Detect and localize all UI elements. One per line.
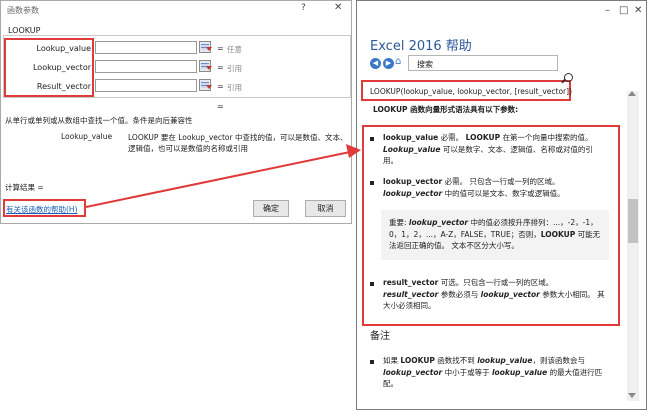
bullet [370,181,374,185]
calculation-result: 计算结果 = [5,183,44,192]
important-note-text: 重要: lookup_vector 中的值必须按升序排列：...，-2，-1，0… [389,218,601,250]
help-search-input[interactable]: 搜索 [408,55,558,71]
arg-hint-lookup-value: 任意 [227,45,242,54]
param-lookup-value: lookup_value 必需。 LOOKUP 在第一个向量中搜索的值。Look… [383,133,593,165]
vertical-scrollbar[interactable] [627,91,639,401]
forward-icon[interactable]: ▶ [383,58,394,69]
syntax-intro: LOOKUP 函数向量形式语法具有以下参数: [373,105,519,114]
search-placeholder: 搜索 [417,60,433,69]
scroll-thumb[interactable] [628,199,638,243]
remark-item: 如果 LOOKUP 函数找不到 lookup_value，则该函数会与 look… [383,356,603,388]
annotation-box-help-link [3,199,86,217]
help-window-title: Excel 2016 帮助 [370,39,472,54]
help-icon[interactable]: ? [301,3,306,13]
arg-hint-lookup-vector: 引用 [227,64,242,73]
excel-help-window: – □ ✕ Excel 2016 帮助 ◀ ▶ ⌂ 搜索 LOOKUP(look… [356,0,647,410]
lookup-value-input[interactable] [95,41,197,54]
dialog-title: 函数参数 [7,6,39,15]
result-vector-input[interactable] [95,79,197,92]
bullet [370,282,374,286]
argument-description-text: LOOKUP 要在 Lookup_vector 中查找的值，可以是数值、文本、逻… [128,133,348,153]
range-select-icon[interactable] [199,41,212,53]
lookup-vector-input[interactable] [95,60,197,73]
minimize-icon[interactable]: – [605,5,610,16]
range-select-icon[interactable] [199,79,212,91]
remarks-heading: 备注 [370,331,390,342]
ok-button[interactable]: 确定 [253,200,289,217]
maximize-icon[interactable]: □ [619,5,628,16]
range-select-icon[interactable] [199,60,212,72]
annotation-box-syntax: LOOKUP(lookup_value, lookup_vector, [res… [361,80,572,101]
annotation-box-args [4,38,94,97]
back-icon[interactable]: ◀ [370,58,381,69]
param-result-vector: result_vector 可选。只包含一行或一列的区域。result_vect… [383,278,605,310]
argument-description-name: Lookup_value [61,132,113,141]
function-arguments-dialog: 函数参数 ? ✕ LOOKUP Lookup_value = 任意 Lookup… [0,0,352,224]
param-lookup-vector: lookup_vector 必需。 只包含一行或一列的区域。lookup_vec… [383,177,565,198]
arg-equals: = [217,82,224,91]
magnifier-icon [564,73,573,82]
important-note: 重要: lookup_vector 中的值必须按升序排列：...，-2，-1，0… [381,210,609,260]
arg-equals: = [217,63,224,72]
arg-hint-result-vector: 引用 [227,83,242,92]
home-icon[interactable]: ⌂ [395,56,401,67]
function-name: LOOKUP [8,26,41,35]
scroll-down-icon[interactable] [628,393,636,398]
bullet [370,137,374,141]
bullet [370,360,374,364]
arg-equals: = [217,44,224,53]
scroll-up-icon[interactable] [628,91,636,96]
function-result-equals: = [217,102,224,111]
cancel-button[interactable]: 取消 [305,200,346,217]
close-icon[interactable]: ✕ [634,5,642,16]
close-icon[interactable]: ✕ [334,2,342,13]
function-description: 从单行或单列或从数组中查找一个值。条件是向后兼容性 [5,116,193,125]
function-syntax: LOOKUP(lookup_value, lookup_vector, [res… [370,87,572,96]
